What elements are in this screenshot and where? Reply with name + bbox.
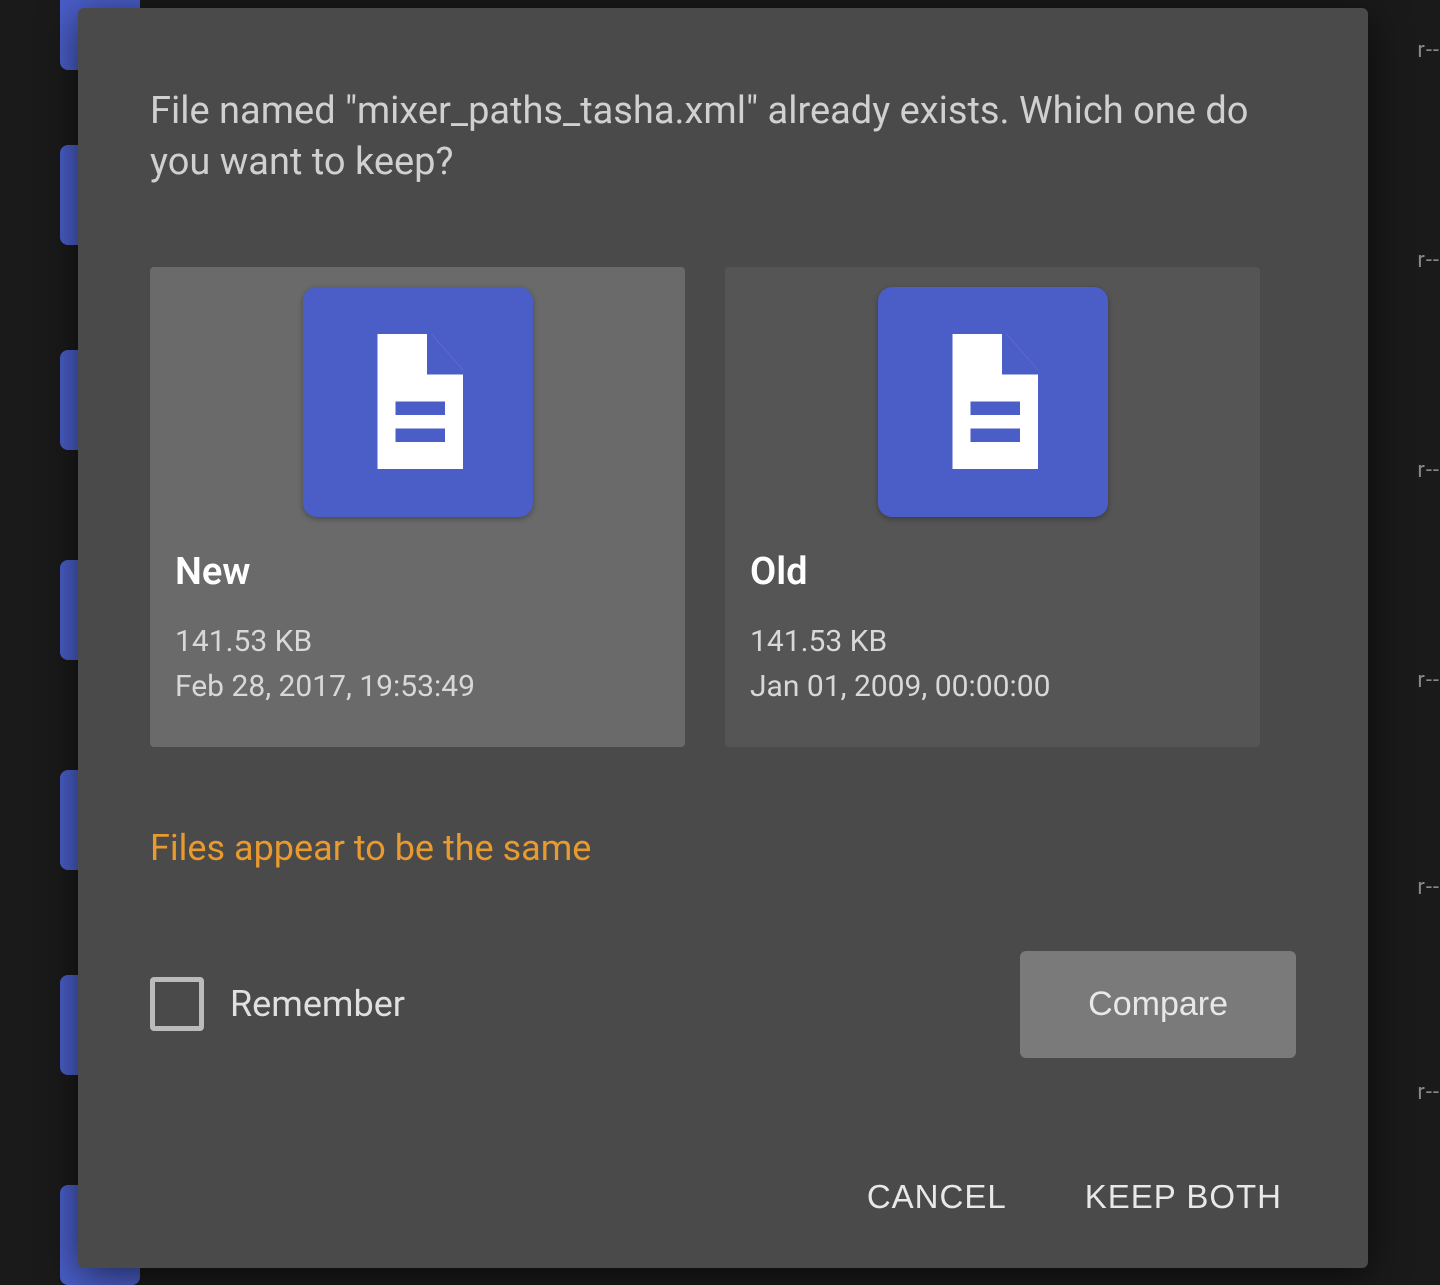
file-cards-row: New 141.53 KB Feb 28, 2017, 19:53:49 Old… bbox=[150, 267, 1296, 747]
old-card-label: Old bbox=[750, 550, 1235, 594]
remember-checkbox[interactable] bbox=[150, 977, 204, 1031]
bg-perm-text: r-- bbox=[1417, 248, 1440, 273]
bg-perm-text: r-- bbox=[1417, 875, 1440, 900]
new-card-size: 141.53 KB bbox=[175, 624, 660, 659]
cancel-button[interactable]: CANCEL bbox=[863, 1168, 1011, 1226]
card-icon-wrap bbox=[750, 272, 1235, 532]
bg-perm-text: r-- bbox=[1417, 1080, 1440, 1105]
keep-both-button[interactable]: KEEP BOTH bbox=[1081, 1168, 1286, 1226]
compare-button[interactable]: Compare bbox=[1020, 951, 1296, 1058]
document-icon bbox=[938, 334, 1048, 469]
bg-perm-text: r-- bbox=[1417, 668, 1440, 693]
remember-label: Remember bbox=[230, 983, 405, 1025]
file-icon bbox=[878, 287, 1108, 517]
document-icon bbox=[363, 334, 473, 469]
new-file-card[interactable]: New 141.53 KB Feb 28, 2017, 19:53:49 bbox=[150, 267, 685, 747]
old-file-card[interactable]: Old 141.53 KB Jan 01, 2009, 00:00:00 bbox=[725, 267, 1260, 747]
card-icon-wrap bbox=[175, 272, 660, 532]
dialog-actions: CANCEL KEEP BOTH bbox=[150, 1168, 1296, 1226]
file-icon bbox=[303, 287, 533, 517]
new-card-label: New bbox=[175, 550, 660, 594]
old-card-size: 141.53 KB bbox=[750, 624, 1235, 659]
controls-row: Remember Compare bbox=[150, 951, 1296, 1058]
files-same-notice: Files appear to be the same bbox=[150, 827, 1296, 869]
dialog-title: File named "mixer_paths_tasha.xml" alrea… bbox=[150, 86, 1296, 189]
bg-perm-text: r-- bbox=[1417, 458, 1440, 483]
bg-perm-text: r-- bbox=[1417, 38, 1440, 63]
new-card-date: Feb 28, 2017, 19:53:49 bbox=[175, 669, 660, 704]
remember-checkbox-wrap[interactable]: Remember bbox=[150, 977, 405, 1031]
file-conflict-dialog: File named "mixer_paths_tasha.xml" alrea… bbox=[78, 8, 1368, 1268]
old-card-date: Jan 01, 2009, 00:00:00 bbox=[750, 669, 1235, 704]
